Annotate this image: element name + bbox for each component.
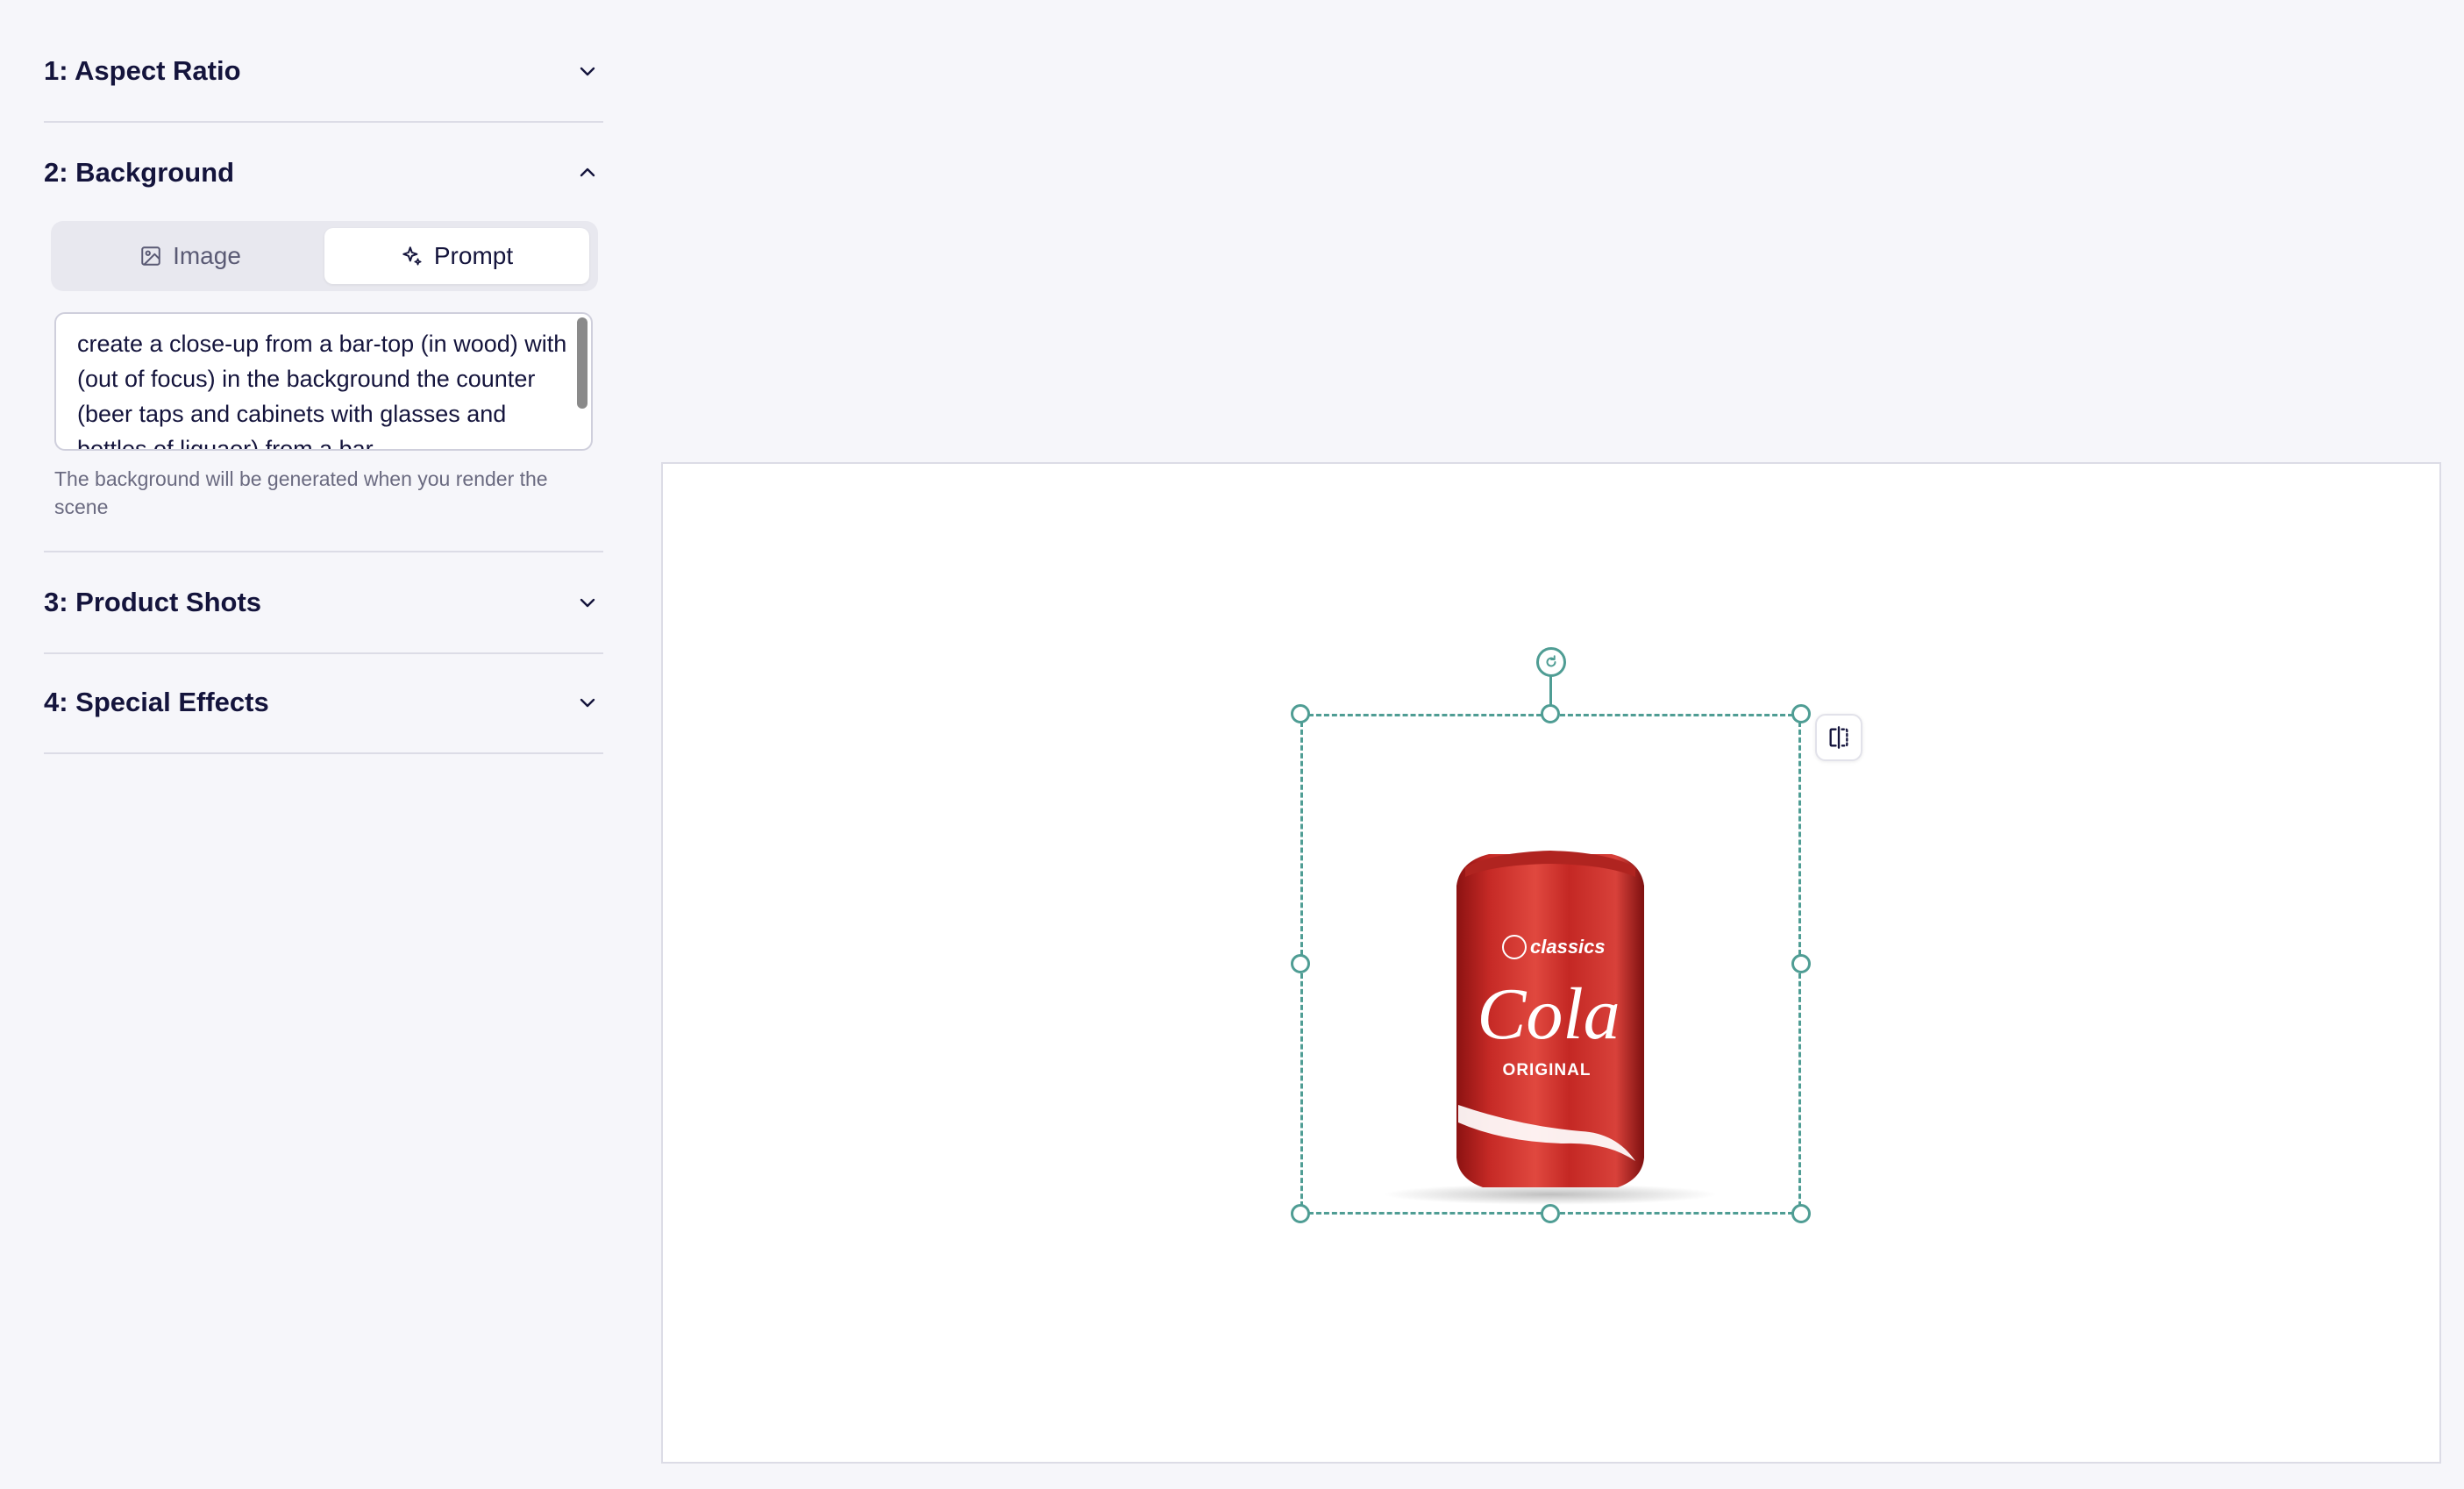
section-aspect-ratio: 1: Aspect Ratio xyxy=(44,21,603,123)
rotate-handle[interactable] xyxy=(1536,647,1566,677)
sidebar: 1: Aspect Ratio 2: Background Image Prom… xyxy=(0,0,649,1489)
chevron-down-icon xyxy=(580,598,595,608)
image-icon xyxy=(141,246,160,266)
sparkle-icon xyxy=(402,246,422,266)
section-aspect-ratio-header[interactable]: 1: Aspect Ratio xyxy=(44,21,603,121)
resize-handle-bottom[interactable] xyxy=(1541,1204,1560,1223)
resize-handle-top-left[interactable] xyxy=(1291,704,1310,723)
flip-horizontal-icon xyxy=(1829,726,1848,749)
section-product-shots-header[interactable]: 3: Product Shots xyxy=(44,552,603,652)
background-source-tabs: Image Prompt xyxy=(51,221,598,291)
prompt-scrollbar[interactable] xyxy=(577,317,588,409)
background-helper-text: The background will be generated when yo… xyxy=(54,467,548,518)
resize-handle-top[interactable] xyxy=(1541,704,1560,723)
resize-handle-left[interactable] xyxy=(1291,954,1310,973)
resize-handle-top-right[interactable] xyxy=(1791,704,1811,723)
section-title: 2: Background xyxy=(44,157,235,188)
tab-image-label: Image xyxy=(173,242,241,269)
section-product-shots: 3: Product Shots xyxy=(44,552,603,654)
section-title: 1: Aspect Ratio xyxy=(44,55,241,86)
chevron-down-icon xyxy=(580,67,595,76)
section-title: 4: Special Effects xyxy=(44,687,269,717)
flip-horizontal-button[interactable] xyxy=(1815,714,1862,761)
background-prompt-textarea[interactable]: create a close-up from a bar-top (in woo… xyxy=(54,312,593,451)
resize-handle-bottom-left[interactable] xyxy=(1291,1204,1310,1223)
section-title: 3: Product Shots xyxy=(44,587,262,617)
tab-prompt[interactable]: Prompt xyxy=(324,228,589,284)
rotate-icon xyxy=(1546,655,1556,667)
chevron-up-icon xyxy=(580,167,595,177)
background-prompt-text[interactable]: create a close-up from a bar-top (in woo… xyxy=(77,326,568,449)
tab-image[interactable]: Image xyxy=(58,228,323,284)
resize-handle-right[interactable] xyxy=(1791,954,1811,973)
section-special-effects: 4: Special Effects xyxy=(44,652,603,754)
section-special-effects-header[interactable]: 4: Special Effects xyxy=(44,652,603,752)
resize-handle-bottom-right[interactable] xyxy=(1791,1204,1811,1223)
tab-prompt-label: Prompt xyxy=(433,242,514,269)
selection-frame[interactable] xyxy=(1300,714,1801,1215)
chevron-down-icon xyxy=(580,698,595,708)
section-background-header[interactable]: 2: Background xyxy=(44,123,603,223)
